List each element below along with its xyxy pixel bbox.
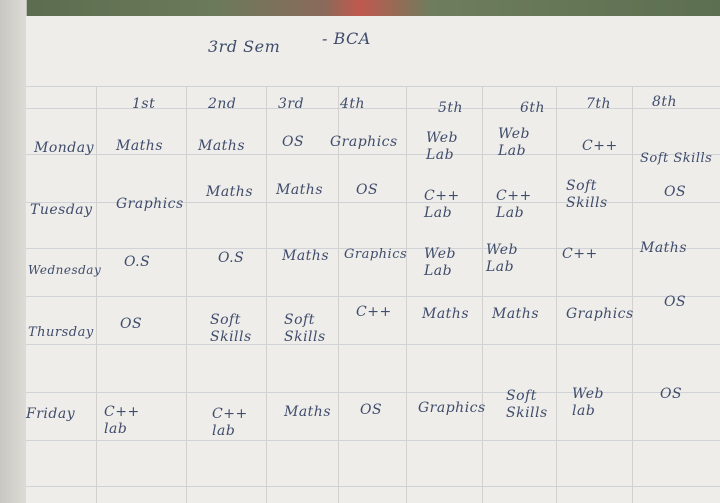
notebook-page: 3rd Sem - BCA 1st 2nd 3rd 4th 5th 6th 7t… [26,16,720,503]
page-subtitle: - BCA [322,29,371,48]
timetable-cell: OS [356,182,379,198]
timetable-cell: OS [360,402,383,418]
ruled-line [26,344,720,345]
timetable-cell: OS [660,386,683,402]
timetable-cell: Maths [116,138,164,154]
column-divider [96,86,97,503]
timetable-cell: Graphics [566,306,634,322]
ruled-line [26,486,720,487]
timetable-cell: Soft Skills [566,178,608,211]
day-label: Tuesday [30,202,93,218]
ruled-line [26,296,720,297]
period-header: 7th [586,96,612,112]
timetable-cell: Maths [640,240,688,256]
period-header: 2nd [208,96,237,112]
timetable-cell: Maths [276,182,324,198]
timetable-cell: C++ [582,138,618,154]
timetable-cell: Graphics [418,400,486,416]
day-label: Monday [34,140,94,156]
timetable-cell: Maths [198,138,246,154]
ruled-line [26,392,720,393]
period-header: 8th [652,94,678,110]
period-header: 3rd [278,96,305,112]
timetable-cell: C++ Lab [424,188,460,221]
timetable-cell: C++ [562,246,598,262]
day-label: Friday [26,406,76,422]
page-title: 3rd Sem [208,37,281,56]
timetable-cell: Web Lab [486,242,518,275]
column-divider [406,86,407,503]
timetable-cell: OS [664,184,687,200]
column-divider [266,86,267,503]
day-label: Thursday [28,325,94,340]
timetable-cell: Soft Skills [506,388,548,421]
timetable-cell: Web Lab [426,130,458,163]
column-divider [482,86,483,503]
period-header: 4th [340,96,366,112]
timetable-cell: OS [282,134,305,150]
timetable-cell: Graphics [330,134,398,150]
timetable-cell: Web Lab [498,126,530,159]
timetable-cell: Maths [282,248,330,264]
timetable-cell: O.S [218,250,245,266]
ruled-line [26,86,720,87]
ruled-line [26,108,720,109]
timetable-cell: Maths [422,306,470,322]
timetable-cell: C++ Lab [496,188,532,221]
timetable-cell: Maths [284,404,332,420]
timetable-cell: Graphics [116,196,184,212]
timetable-cell: O.S [124,254,151,270]
period-header: 1st [132,96,156,112]
column-divider [556,86,557,503]
timetable-cell: Maths [206,184,254,200]
timetable-cell: Soft Skills [640,151,713,166]
notebook-binding [0,0,27,503]
ruled-line [26,440,720,441]
timetable-cell: Web Lab [424,246,456,279]
timetable-cell: C++ [356,304,392,320]
timetable-cell: Graphics [344,247,408,262]
timetable-cell: C++ lab [104,404,140,437]
timetable-cell: C++ lab [212,406,248,439]
period-header: 6th [520,100,546,116]
timetable-cell: Web lab [572,386,604,419]
timetable-cell: Soft Skills [284,312,326,345]
timetable-cell: Maths [492,306,540,322]
timetable-cell: OS [664,294,687,310]
day-label: Wednesday [28,263,102,277]
timetable-cell: OS [120,316,143,332]
column-divider [632,86,633,503]
timetable-cell: Soft Skills [210,312,252,345]
period-header: 5th [438,100,464,116]
column-divider [186,86,187,503]
